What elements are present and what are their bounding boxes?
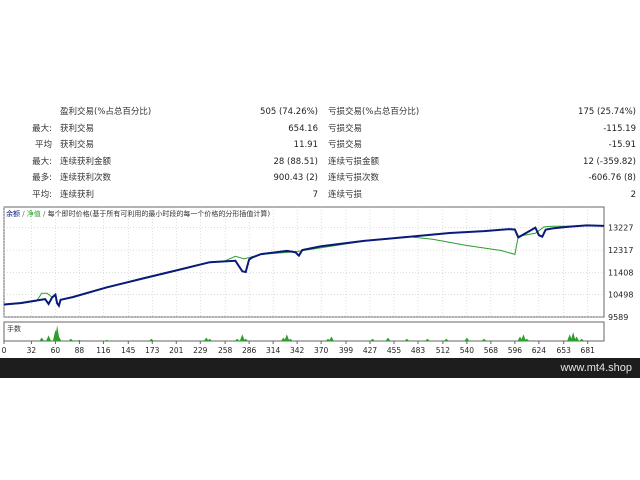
x-tick-label: 286 [242,346,257,355]
footer-bar: www.mt4.shop [0,358,640,378]
stat-label-loss: 连续亏损金额 [328,156,380,167]
x-tick-label: 32 [27,346,37,355]
x-tick-label: 399 [339,346,354,355]
stat-label-loss: 亏损交易(%占总百分比) [328,107,420,117]
x-tick-label: 568 [484,346,499,355]
x-tick-label: 483 [411,346,426,355]
stat-row: 最多: 连续获利次数 900.43 (2) 连续亏损次数 -606.76 (8) [0,170,640,186]
x-tick-label: 116 [96,346,111,355]
stat-label-loss: 连续亏损次数 [328,173,380,183]
stat-prefix: 最大: [32,156,52,167]
y-tick-label: 10498 [608,291,633,300]
stat-value: 28 (88.51) [273,156,318,167]
balance-equity-chart: 13227 12317 11408 10498 9589 0 32 60 88 116 145 173… [2,206,633,355]
x-tick-label: 342 [290,346,305,355]
volume-label: 手数 [7,324,21,333]
balance-chart-panel: 13227 12317 11408 10498 9589 0 32 60 88 116 145 173… [0,205,640,360]
y-tick-label: 9589 [608,313,628,322]
y-tick-label: 11408 [608,268,633,277]
stat-prefix: 平均 [34,140,52,150]
stat-value: 7 [312,189,318,200]
footer-site-text: www.mt4.shop [560,362,632,374]
x-tick-label: 60 [51,346,61,355]
stat-value-loss: 12 (-359.82) [583,156,636,167]
x-tick-label: 173 [145,346,160,355]
legend-separator: / [20,210,27,218]
x-tick-label: 624 [532,346,547,355]
stat-label: 盈利交易(%占总百分比) [60,107,152,117]
stat-prefix: 最大: [32,123,52,134]
x-tick-label: 314 [266,346,281,355]
x-tick-label: 512 [436,346,451,355]
x-tick-label: 596 [508,346,523,355]
stat-value-loss: -15.91 [608,140,636,150]
stat-label: 获利交易 [60,123,95,134]
stat-value: 654.16 [288,123,318,134]
chart-legend: 余额 / 净值 / 每个即时价格(基于所有可利用的最小时段的每一个价格的分形插值… [6,209,270,218]
main-pane-frame [3,206,605,318]
x-tick-label: 145 [121,346,136,355]
x-tick-label: 0 [2,346,7,355]
trade-stats-table: 盈利交易(%占总百分比) 505 (74.26%) 亏损交易(%占总百分比) 175 … [0,104,640,204]
stat-row: 最大: 获利交易 654.16 亏损交易 -115.19 [0,121,640,137]
stat-prefix: 最多: [32,173,52,183]
stat-value-loss: -115.19 [603,123,636,134]
stat-label-loss: 亏损交易 [328,140,363,150]
y-tick-label: 12317 [608,246,633,255]
stat-label: 连续获利金额 [60,156,112,167]
stat-value: 900.43 (2) [273,173,318,183]
stat-label-loss: 亏损交易 [328,123,363,134]
stat-label: 连续获利 [60,189,95,200]
x-tick-label: 455 [387,346,402,355]
y-tick-label: 13227 [608,224,633,233]
legend-separator: / [41,210,48,218]
x-tick-label: 88 [75,346,85,355]
stat-value-loss: 2 [630,189,636,200]
legend-description: 每个即时价格(基于所有可利用的最小时段的每一个价格的分形插值计算) [48,209,271,218]
stat-label: 获利交易 [60,140,95,150]
x-tick-label: 427 [363,346,378,355]
stat-value-loss: -606.76 (8) [588,173,636,183]
x-tick-label: 540 [460,346,475,355]
legend-equity: 净值 [27,209,41,218]
top-blank-area [0,0,640,104]
bottom-blank-area [0,378,640,480]
stat-row: 平均: 连续获利 7 连续亏损 2 [0,187,640,203]
x-tick-label: 229 [193,346,208,355]
stat-value: 505 (74.26%) [260,107,318,117]
stat-label-loss: 连续亏损 [328,189,363,200]
stat-value: 11.91 [293,140,318,150]
legend-balance: 余额 [6,209,20,218]
x-tick-label: 653 [557,346,572,355]
stat-row: 平均 获利交易 11.91 亏损交易 -15.91 [0,137,640,153]
x-tick-label: 201 [169,346,184,355]
volume-pane-frame [3,321,605,342]
stat-row: 盈利交易(%占总百分比) 505 (74.26%) 亏损交易(%占总百分比) 175 … [0,104,640,120]
stat-value-loss: 175 (25.74%) [578,107,636,117]
stat-label: 连续获利次数 [60,173,112,183]
x-tick-label: 370 [314,346,329,355]
x-tick-label: 258 [218,346,233,355]
x-tick-label: 681 [581,346,596,355]
stat-prefix: 平均: [32,189,52,200]
stat-row: 最大: 连续获利金额 28 (88.51) 连续亏损金额 12 (-359.82) [0,154,640,170]
